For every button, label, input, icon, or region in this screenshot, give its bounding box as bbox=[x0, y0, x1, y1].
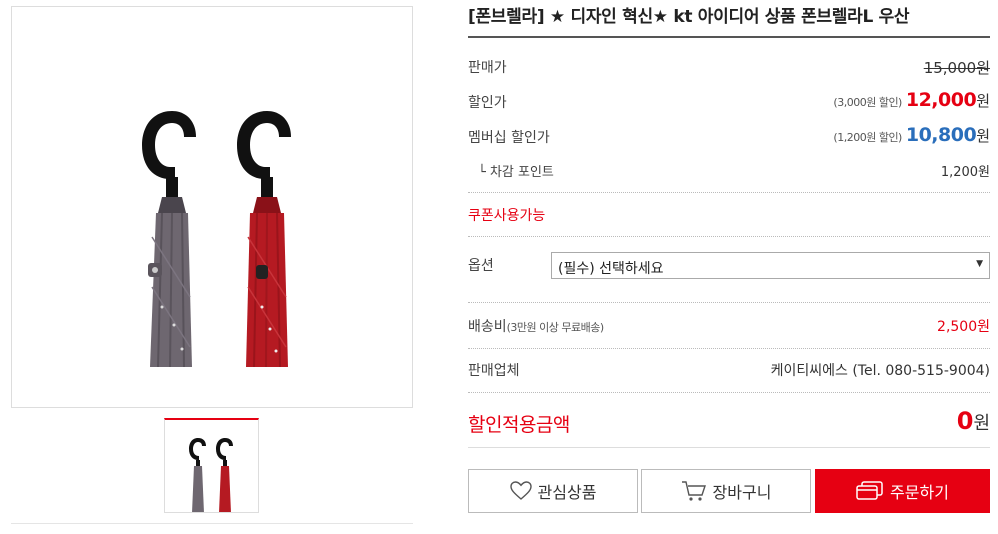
won-unit: 원 bbox=[976, 127, 990, 145]
point-label: └ 차감 포인트 bbox=[478, 165, 554, 180]
divider bbox=[468, 302, 990, 303]
total-number: 0 bbox=[956, 407, 974, 435]
seller-value: 케이티씨에스 (Tel. 080-515-9004) bbox=[770, 363, 990, 379]
divider bbox=[468, 236, 990, 237]
divider bbox=[468, 348, 990, 349]
title-divider bbox=[468, 36, 990, 38]
total-label: 할인적용금액 bbox=[468, 414, 570, 436]
shipping-value: 2,500원 bbox=[937, 319, 990, 335]
umbrella-image bbox=[142, 111, 291, 368]
shipping-note: (3만원 이상 무료배송) bbox=[506, 321, 605, 334]
list-price-value: 15,000원 bbox=[924, 57, 990, 78]
sale-price-number: 12,000 bbox=[905, 89, 977, 111]
left-divider bbox=[11, 523, 413, 524]
cart-button-label: 장바구니 bbox=[712, 483, 772, 502]
sale-discount: (3,000원 할인) bbox=[833, 96, 902, 109]
won-unit: 원 bbox=[976, 92, 990, 110]
member-discount: (1,200원 할인) bbox=[833, 131, 902, 144]
shipping-label: 배송비(3만원 이상 무료배송) bbox=[468, 316, 604, 336]
total-value: 0원 bbox=[957, 407, 990, 435]
wishlist-button-label: 관심상품 bbox=[537, 483, 597, 502]
member-price-label: 멤버십 할인가 bbox=[468, 130, 550, 146]
option-label: 옵션 bbox=[468, 258, 494, 274]
point-value: 1,200원 bbox=[940, 165, 990, 180]
order-button-label: 주문하기 bbox=[890, 483, 949, 502]
option-select[interactable]: (필수) 선택하세요 ▼ bbox=[551, 252, 990, 279]
umbrella-thumbnail-image bbox=[189, 438, 233, 512]
total-divider bbox=[468, 447, 990, 448]
sale-price-value: (3,000원 할인) 12,000원 bbox=[833, 89, 990, 111]
product-main-image bbox=[11, 6, 413, 408]
coupon-available-link[interactable]: 쿠폰사용가능 bbox=[468, 205, 545, 225]
won-unit: 원 bbox=[973, 413, 990, 434]
list-price-strike: 15,000원 bbox=[923, 59, 990, 77]
heart-icon bbox=[509, 481, 532, 501]
select-arrow-icon: ▼ bbox=[976, 259, 983, 269]
cart-icon bbox=[681, 480, 707, 502]
product-title: [폰브렐라] ★ 디자인 혁신★ kt 아이디어 상품 폰브렐라L 우산 bbox=[468, 7, 910, 27]
divider bbox=[468, 192, 990, 193]
wishlist-button[interactable]: 관심상품 bbox=[468, 469, 638, 513]
sale-price-label: 할인가 bbox=[468, 95, 507, 111]
product-thumbnail[interactable] bbox=[164, 418, 259, 513]
member-price-value: (1,200원 할인) 10,800원 bbox=[833, 124, 990, 146]
order-button[interactable]: 주문하기 bbox=[815, 469, 990, 513]
shipping-label-text: 배송비 bbox=[468, 319, 507, 335]
divider bbox=[468, 392, 990, 393]
cart-button[interactable]: 장바구니 bbox=[641, 469, 811, 513]
option-select-value: (필수) 선택하세요 bbox=[558, 261, 664, 277]
seller-label: 판매업체 bbox=[468, 363, 520, 379]
list-price-label: 판매가 bbox=[468, 60, 507, 76]
member-price-number: 10,800 bbox=[905, 124, 977, 146]
card-icon bbox=[856, 481, 884, 501]
